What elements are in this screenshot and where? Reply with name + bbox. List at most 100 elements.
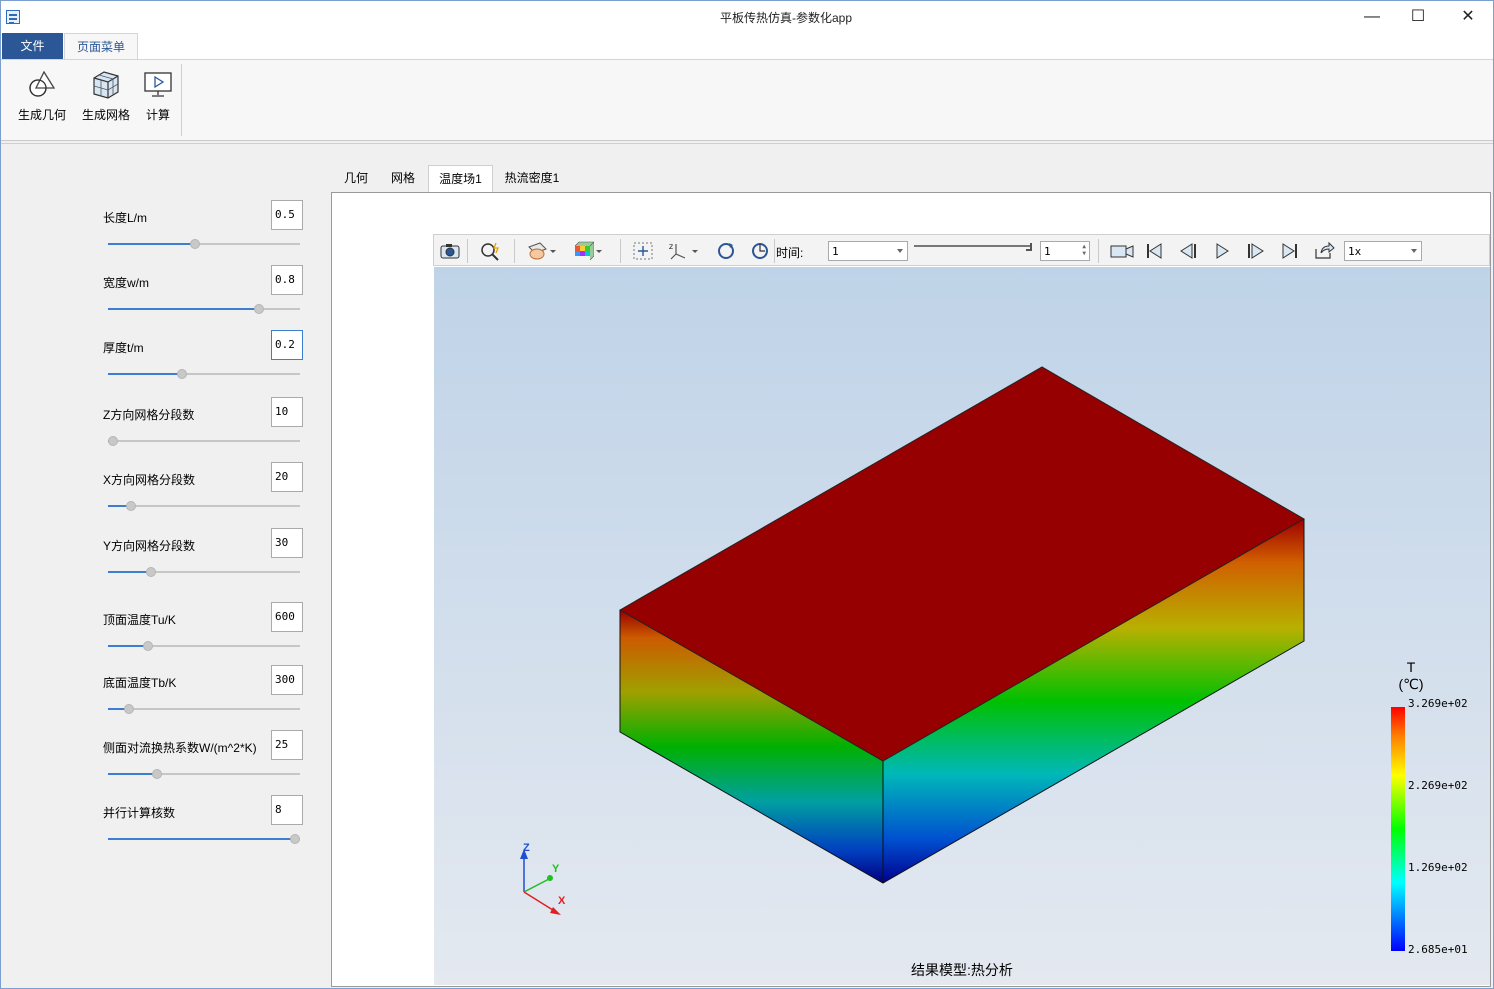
fit-view-icon[interactable] [632, 241, 654, 261]
ribbon-separator [181, 64, 182, 136]
file-tab[interactable]: 文件 [2, 33, 63, 59]
param-slider[interactable] [108, 567, 300, 577]
rotate-icon[interactable] [715, 241, 737, 261]
generate-mesh-button[interactable]: 生成网格 [79, 68, 133, 128]
first-frame-icon[interactable] [1143, 241, 1165, 261]
param-label: 厚度t/m [103, 341, 144, 355]
ribbon-bottom-divider [1, 143, 1493, 144]
temperature-field-model [520, 366, 1305, 915]
page-menu-tab[interactable]: 页面菜单 [64, 33, 138, 60]
slider-thumb[interactable] [143, 641, 153, 651]
reset-rotation-icon[interactable] [749, 241, 771, 261]
minimize-button[interactable]: — [1349, 1, 1395, 33]
mesh-icon [90, 68, 122, 100]
param-label: 侧面对流换热系数W/(m^2*K) [103, 741, 257, 755]
slider-thumb[interactable] [177, 369, 187, 379]
ribbon-panel: 生成几何 生成网格 计算 [1, 59, 1493, 141]
clip-plane-icon[interactable] [526, 241, 548, 261]
legend-value-min: 2.685e+01 [1408, 943, 1468, 956]
playback-speed-value: 1x [1348, 245, 1362, 258]
legend-title: T (℃) [1386, 659, 1436, 693]
axis-z-label: Z [523, 842, 530, 854]
axes-icon[interactable]: Z [668, 241, 690, 261]
param-input[interactable]: 300 [271, 665, 303, 695]
param-input[interactable]: 25 [271, 730, 303, 760]
time-step-value: 1 [1044, 245, 1051, 258]
slider-thumb[interactable] [254, 304, 264, 314]
param-slider[interactable] [108, 769, 300, 779]
generate-geometry-label: 生成几何 [17, 108, 66, 122]
compute-button[interactable]: 计算 [141, 68, 175, 128]
tab-heat-flux[interactable]: 热流密度1 [497, 165, 567, 192]
param-label: X方向网格分段数 [103, 473, 196, 487]
last-frame-icon[interactable] [1279, 241, 1301, 261]
slider-thumb[interactable] [108, 436, 118, 446]
color-legend-bar [1391, 707, 1405, 951]
slider-thumb[interactable] [146, 567, 156, 577]
slider-thumb[interactable] [290, 834, 300, 844]
chevron-down-icon[interactable] [690, 241, 700, 261]
axis-x-label: X [558, 895, 566, 907]
close-button[interactable]: ✕ [1445, 1, 1491, 33]
param-label: 长度L/m [103, 211, 148, 225]
param-slider[interactable] [108, 239, 300, 249]
window-title: 平板传热仿真-参数化app [719, 11, 853, 25]
slider-thumb[interactable] [126, 501, 136, 511]
param-input[interactable]: 30 [271, 528, 303, 558]
record-video-icon[interactable] [1109, 241, 1135, 261]
param-label: Y方向网格分段数 [103, 539, 196, 553]
param-label: 宽度w/m [103, 276, 149, 290]
legend-value-max: 3.269e+02 [1408, 697, 1468, 710]
maximize-button[interactable]: ☐ [1395, 1, 1441, 33]
param-slider[interactable] [108, 834, 300, 844]
playback-speed-select[interactable]: 1x [1344, 241, 1422, 261]
chevron-down-icon[interactable] [594, 241, 604, 261]
geometry-icon [26, 68, 58, 100]
tab-mesh[interactable]: 网格 [381, 165, 425, 192]
param-input[interactable]: 10 [271, 397, 303, 427]
param-label: 并行计算核数 [103, 806, 176, 820]
time-select[interactable]: 1 [828, 241, 908, 261]
param-slider[interactable] [108, 369, 300, 379]
result-model-label: 结果模型:热分析 [911, 962, 1013, 978]
param-slider[interactable] [108, 436, 300, 446]
screenshot-icon[interactable] [439, 241, 461, 261]
param-slider[interactable] [108, 704, 300, 714]
param-label: Z方向网格分段数 [103, 408, 195, 422]
tab-temperature-field[interactable]: 温度场1 [428, 165, 493, 192]
viewer-toolbar: Z 时间: 1 1 ▲ ▼ 1x [433, 234, 1490, 266]
param-slider[interactable] [108, 304, 300, 314]
play-icon[interactable] [1211, 241, 1233, 261]
time-slider-track[interactable] [914, 245, 1032, 247]
color-map-icon[interactable] [572, 241, 595, 261]
tab-geometry[interactable]: 几何 [335, 165, 377, 192]
export-icon[interactable] [1313, 241, 1335, 261]
param-input[interactable]: 0.2 [271, 330, 303, 360]
previous-frame-icon[interactable] [1177, 241, 1199, 261]
3d-viewport[interactable]: Z Y X T (℃) 3.269e+02 2.269e+02 1.269e+0… [434, 267, 1490, 985]
param-slider[interactable] [108, 501, 300, 511]
param-input[interactable]: 20 [271, 462, 303, 492]
time-step-spinner[interactable]: 1 ▲ ▼ [1040, 241, 1090, 261]
param-input[interactable]: 8 [271, 795, 303, 825]
title-bar: 平板传热仿真-参数化app — ☐ ✕ [1, 1, 1493, 33]
param-input[interactable]: 0.5 [271, 200, 303, 230]
time-select-value: 1 [832, 245, 839, 258]
next-frame-icon[interactable] [1245, 241, 1267, 261]
app-window: 平板传热仿真-参数化app — ☐ ✕ 文件 页面菜单 生成几何 生成网格 计算… [0, 0, 1494, 989]
compute-icon [142, 68, 174, 100]
zoom-icon[interactable] [480, 241, 502, 261]
compute-label: 计算 [145, 108, 170, 122]
axis-triad [520, 849, 561, 915]
generate-geometry-button[interactable]: 生成几何 [15, 68, 69, 128]
param-input[interactable]: 600 [271, 602, 303, 632]
slider-thumb[interactable] [190, 239, 200, 249]
slider-thumb[interactable] [152, 769, 162, 779]
generate-mesh-label: 生成网格 [81, 108, 130, 122]
param-slider[interactable] [108, 641, 300, 651]
param-input[interactable]: 0.8 [271, 265, 303, 295]
axis-y-label: Y [552, 863, 560, 875]
slider-thumb[interactable] [124, 704, 134, 714]
time-slider-handle[interactable] [1026, 243, 1032, 251]
chevron-down-icon[interactable] [548, 241, 558, 261]
